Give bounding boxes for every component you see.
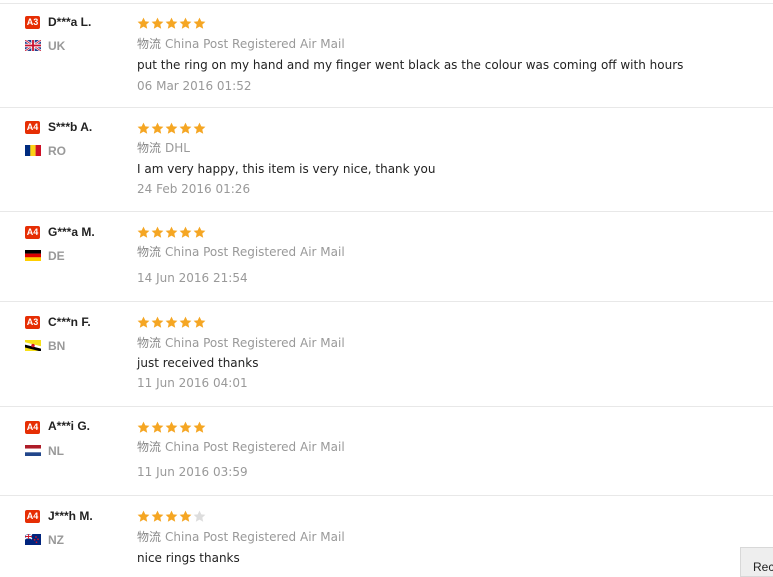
star-filled-icon (151, 224, 164, 238)
review-item: A4 S***b A. RO 物流 DHL I am very happy, th… (0, 108, 773, 212)
star-filled-icon (179, 508, 192, 522)
logistics-info: 物流 China Post Registered Air Mail (137, 243, 345, 260)
star-empty-icon (193, 508, 206, 522)
star-rating (137, 508, 207, 523)
buyer-country: UK (48, 39, 66, 53)
star-filled-icon (137, 419, 150, 433)
logistics-method: DHL (165, 141, 190, 155)
buyer-name: C***n F. (48, 315, 91, 329)
buyer-name: S***b A. (48, 120, 93, 134)
uk-flag-icon (25, 40, 41, 51)
buyer-name: A***i G. (48, 419, 91, 433)
logistics-label: 物流 (137, 336, 162, 350)
buyer-name: J***h M. (48, 509, 93, 523)
review-item: A3 D***a L. UK 物流 China Post Registered A… (0, 4, 773, 108)
buyer-level-badge: A3 (25, 316, 40, 329)
star-filled-icon (165, 419, 178, 433)
logistics-method: China Post Registered Air Mail (165, 530, 345, 544)
buyer-name: G***a M. (48, 225, 95, 239)
logistics-info: 物流 China Post Registered Air Mail (137, 528, 345, 545)
logistics-label: 物流 (137, 440, 162, 454)
buyer-country: NL (48, 444, 64, 458)
star-filled-icon (179, 15, 192, 29)
buyer-level-badge: A4 (25, 421, 40, 434)
buyer-level-badge: A3 (25, 16, 40, 29)
buyer-name: D***a L. (48, 15, 92, 29)
feedback-text: put the ring on my hand and my finger we… (137, 58, 684, 72)
logistics-label: 物流 (137, 141, 162, 155)
star-filled-icon (137, 314, 150, 328)
star-filled-icon (165, 224, 178, 238)
logistics-method: China Post Registered Air Mail (165, 336, 345, 350)
buyer-level-badge: A4 (25, 121, 40, 134)
star-filled-icon (151, 508, 164, 522)
star-rating (137, 15, 207, 30)
ro-flag-icon (25, 145, 41, 156)
star-filled-icon (151, 314, 164, 328)
logistics-label: 物流 (137, 245, 162, 259)
buyer-country: RO (48, 144, 66, 158)
star-filled-icon (151, 419, 164, 433)
buyer-country: BN (48, 339, 66, 353)
star-filled-icon (193, 419, 206, 433)
logistics-method: China Post Registered Air Mail (165, 37, 345, 51)
buyer-country: NZ (48, 533, 64, 547)
logistics-method: China Post Registered Air Mail (165, 245, 345, 259)
star-filled-icon (179, 224, 192, 238)
star-filled-icon (151, 120, 164, 134)
star-rating (137, 419, 207, 434)
review-item: A4 A***i G. NL 物流 China Post Registered A… (0, 407, 773, 496)
review-item: A4 J***h M. NZ 物流 China Post Registered A… (0, 496, 773, 572)
review-date: 11 Jun 2016 03:59 (137, 465, 248, 479)
star-filled-icon (193, 314, 206, 328)
star-filled-icon (165, 314, 178, 328)
logistics-info: 物流 China Post Registered Air Mail (137, 35, 345, 52)
star-filled-icon (179, 314, 192, 328)
star-filled-icon (137, 508, 150, 522)
star-rating (137, 314, 207, 329)
nl-flag-icon (25, 445, 41, 456)
star-filled-icon (137, 15, 150, 29)
feedback-text: just received thanks (137, 356, 259, 370)
logistics-info: 物流 China Post Registered Air Mail (137, 334, 345, 351)
buyer-level-badge: A4 (25, 510, 40, 523)
star-filled-icon (193, 120, 206, 134)
star-filled-icon (165, 508, 178, 522)
star-filled-icon (165, 120, 178, 134)
buyer-level-badge: A4 (25, 226, 40, 239)
review-date: 11 Jun 2016 04:01 (137, 376, 248, 390)
corner-button[interactable]: Rec (740, 547, 773, 577)
star-filled-icon (179, 120, 192, 134)
logistics-info: 物流 DHL (137, 139, 190, 156)
review-item: A3 C***n F. BN 物流 China Post Registered A… (0, 302, 773, 407)
review-date: 06 Mar 2016 01:52 (137, 79, 252, 93)
buyer-country: DE (48, 249, 65, 263)
logistics-method: China Post Registered Air Mail (165, 440, 345, 454)
feedback-text: nice rings thanks (137, 551, 240, 565)
star-filled-icon (193, 15, 206, 29)
de-flag-icon (25, 250, 41, 261)
review-date: 24 Feb 2016 01:26 (137, 182, 251, 196)
logistics-label: 物流 (137, 37, 162, 51)
logistics-info: 物流 China Post Registered Air Mail (137, 438, 345, 455)
review-date: 14 Jun 2016 21:54 (137, 271, 248, 285)
nz-flag-icon (25, 534, 41, 545)
star-rating (137, 120, 207, 135)
review-item: A4 G***a M. DE 物流 China Post Registered A… (0, 212, 773, 302)
star-filled-icon (193, 224, 206, 238)
logistics-label: 物流 (137, 530, 162, 544)
star-filled-icon (137, 224, 150, 238)
bn-flag-icon (25, 340, 41, 351)
star-filled-icon (151, 15, 164, 29)
star-filled-icon (137, 120, 150, 134)
star-filled-icon (179, 419, 192, 433)
star-filled-icon (165, 15, 178, 29)
feedback-text: I am very happy, this item is very nice,… (137, 162, 436, 176)
star-rating (137, 224, 207, 239)
